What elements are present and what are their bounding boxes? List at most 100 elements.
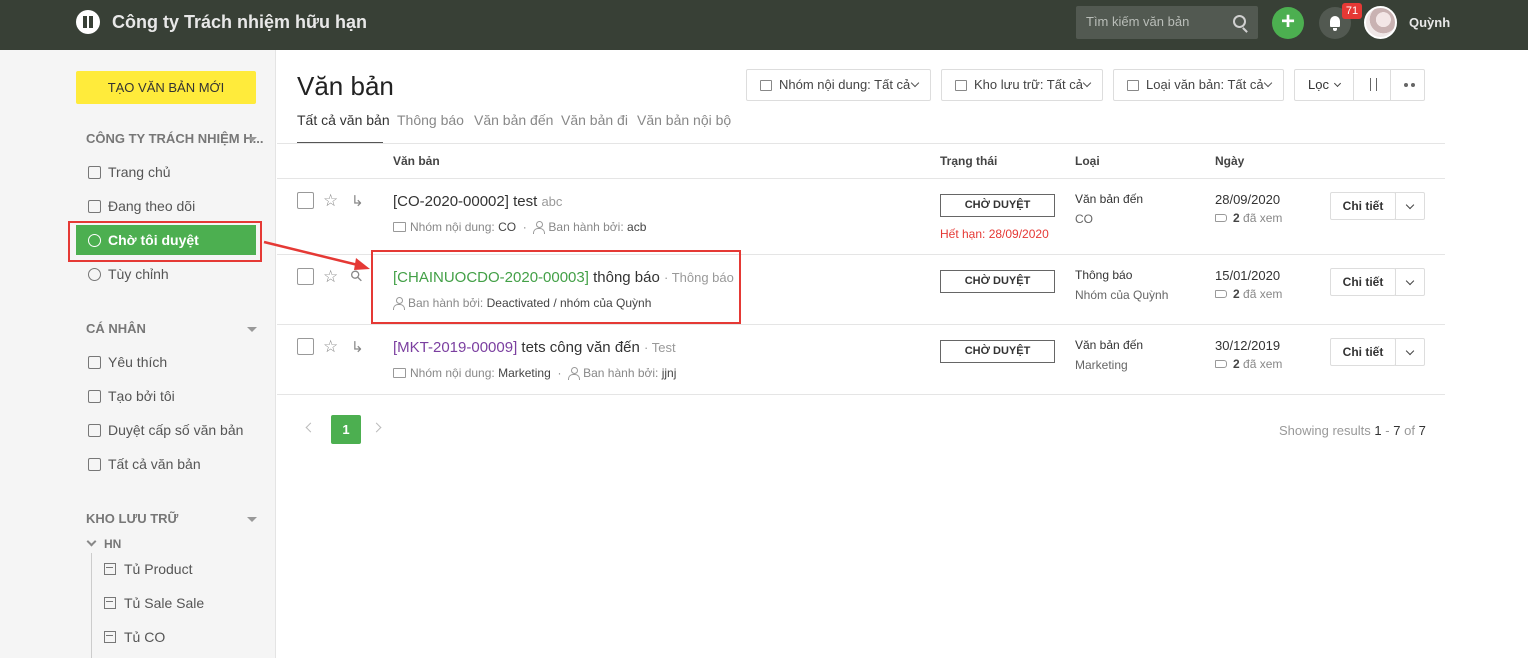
sidebar-item-all-documents[interactable]: Tất cả văn bản xyxy=(76,449,256,479)
sidebar-item-following[interactable]: Đang theo dõi xyxy=(76,191,256,221)
meta-separator: · xyxy=(522,220,527,234)
detail-dropdown-button[interactable] xyxy=(1395,268,1425,296)
results-summary: Showing results 1 - 7 of 7 xyxy=(1279,423,1426,438)
sidebar-item-label: Trang chủ xyxy=(108,164,171,180)
forward-icon[interactable]: ↳ xyxy=(351,192,364,210)
section-personal[interactable]: CÁ NHÂN xyxy=(86,321,146,336)
filter-storage[interactable]: Kho lưu trữ: Tất cả xyxy=(941,69,1103,101)
detail-button[interactable]: Chi tiết xyxy=(1330,338,1396,366)
sidebar-item-created-by-me[interactable]: Tạo bởi tôi xyxy=(76,381,256,411)
forward-icon[interactable]: ↳ xyxy=(351,338,364,356)
star-icon[interactable]: ☆ xyxy=(323,337,338,357)
tab-outgoing[interactable]: Văn bản đi xyxy=(561,112,628,128)
star-icon[interactable]: ☆ xyxy=(323,191,338,211)
tab-internal[interactable]: Văn bản nội bộ xyxy=(637,112,731,128)
username[interactable]: Quỳnh xyxy=(1409,15,1450,30)
sidebar-item-number-approval[interactable]: Duyệt cấp số văn bản xyxy=(76,415,256,445)
tab-all-documents[interactable]: Tất cả văn bản xyxy=(297,112,390,128)
document-title[interactable]: [CO-2020-00002] test abc xyxy=(393,193,562,210)
detail-dropdown-button[interactable] xyxy=(1395,338,1425,366)
star-doc-icon xyxy=(88,356,101,369)
create-document-button[interactable]: TẠO VĂN BẢN MỚI xyxy=(76,71,256,104)
storage-item-co[interactable]: Tủ CO xyxy=(96,624,165,650)
document-name: test xyxy=(513,193,538,210)
next-page-icon[interactable] xyxy=(371,422,382,433)
notification-badge: 71 xyxy=(1342,3,1362,19)
status-badge: CHỜ DUYỆT xyxy=(940,340,1055,363)
sidebar-item-customize[interactable]: Tùy chỉnh xyxy=(76,259,256,289)
sort-button[interactable] xyxy=(1353,70,1390,100)
detail-dropdown-button[interactable] xyxy=(1395,192,1425,220)
toolbar-group: Lọc xyxy=(1294,69,1425,101)
document-tag: · Test xyxy=(644,340,676,355)
archive-icon xyxy=(104,563,116,575)
sidebar-item-label: Đang theo dõi xyxy=(108,198,196,214)
document-name: tets công văn đến xyxy=(521,339,640,356)
row-checkbox[interactable] xyxy=(297,192,314,209)
grid-icon xyxy=(88,166,101,179)
filter-content-group[interactable]: Nhóm nội dung: Tất cả xyxy=(746,69,931,101)
search-input[interactable] xyxy=(1086,14,1226,29)
top-bar: Công ty Trách nhiệm hữu hạn + 71 Quỳnh xyxy=(0,0,1528,50)
divider xyxy=(277,143,1445,144)
more-options-button[interactable] xyxy=(1390,70,1424,100)
detail-button[interactable]: Chi tiết xyxy=(1330,192,1396,220)
meta-label: Ban hành bởi: xyxy=(583,366,659,380)
more-dots-icon xyxy=(1404,83,1408,87)
page-number-current[interactable]: 1 xyxy=(331,415,361,444)
book-icon xyxy=(760,80,772,91)
meta-value: jjnj xyxy=(661,366,677,380)
sort-icon xyxy=(1367,78,1381,92)
archive-icon xyxy=(955,80,967,91)
storage-item-label: Tủ CO xyxy=(124,629,166,645)
meta-label: Nhóm nội dung: xyxy=(410,366,495,380)
meta-separator: · xyxy=(557,366,562,380)
storage-item-sale[interactable]: Tủ Sale Sale xyxy=(96,590,204,616)
add-document-button[interactable]: + xyxy=(1272,7,1304,39)
doc-icon xyxy=(88,390,101,403)
seen-count: 2 đã xem xyxy=(1215,357,1282,371)
search-box[interactable] xyxy=(1076,6,1258,39)
table-row[interactable]: ☆ ↳ [CO-2020-00002] test abc Nhóm nội du… xyxy=(277,179,1445,254)
column-header-doc: Văn bản xyxy=(393,154,440,168)
caret-down-icon[interactable] xyxy=(247,517,257,522)
caret-down-icon[interactable] xyxy=(247,327,257,332)
sidebar-item-label: Tất cả văn bản xyxy=(108,456,201,472)
filter-label: Loại văn bản: Tất cả xyxy=(1146,77,1264,92)
storage-group-hn[interactable]: HN xyxy=(104,537,121,551)
row-checkbox[interactable] xyxy=(297,338,314,355)
tag-icon xyxy=(1215,360,1227,368)
bell-icon xyxy=(1330,16,1340,31)
document-type-sub: CO xyxy=(1075,212,1093,226)
storage-item-product[interactable]: Tủ Product xyxy=(96,556,192,582)
table-row[interactable]: ☆ ↳ [MKT-2019-00009] tets công văn đến ·… xyxy=(277,325,1445,394)
chevron-down-icon[interactable] xyxy=(86,536,97,547)
asterisk-icon xyxy=(88,458,101,471)
caret-down-icon[interactable] xyxy=(247,137,257,142)
sidebar-item-label: Duyệt cấp số văn bản xyxy=(108,422,244,438)
search-icon[interactable] xyxy=(1233,15,1246,28)
seen-count: 2 đã xem xyxy=(1215,287,1282,301)
detail-button[interactable]: Chi tiết xyxy=(1330,268,1396,296)
chevron-down-icon xyxy=(1263,78,1273,88)
filter-button[interactable]: Lọc xyxy=(1295,70,1353,100)
app-logo-icon[interactable] xyxy=(76,10,100,34)
meta-label: Ban hành bởi: xyxy=(548,220,624,234)
document-code: [CO-2020-00002] xyxy=(393,193,509,210)
section-storage[interactable]: KHO LƯU TRỮ xyxy=(86,511,178,526)
avatar[interactable] xyxy=(1364,6,1397,39)
tab-announcements[interactable]: Thông báo xyxy=(397,112,464,128)
column-header-date: Ngày xyxy=(1215,154,1245,168)
tab-incoming[interactable]: Văn bản đến xyxy=(474,112,553,128)
page-title: Văn bản xyxy=(297,71,394,101)
filter-doc-type[interactable]: Loại văn bản: Tất cả xyxy=(1113,69,1284,101)
sidebar-item-favorites[interactable]: Yêu thích xyxy=(76,347,256,377)
archive-icon xyxy=(104,631,116,643)
document-type-sub: Nhóm của Quỳnh xyxy=(1075,288,1169,302)
document-title[interactable]: [MKT-2019-00009] tets công văn đến · Tes… xyxy=(393,339,676,356)
previous-page-icon[interactable] xyxy=(305,422,316,433)
sidebar-item-home[interactable]: Trang chủ xyxy=(76,157,256,187)
meta-value: Marketing xyxy=(498,366,551,380)
section-company[interactable]: CÔNG TY TRÁCH NHIỆM H... xyxy=(86,131,263,146)
meta-label: Nhóm nội dung: xyxy=(410,220,495,234)
